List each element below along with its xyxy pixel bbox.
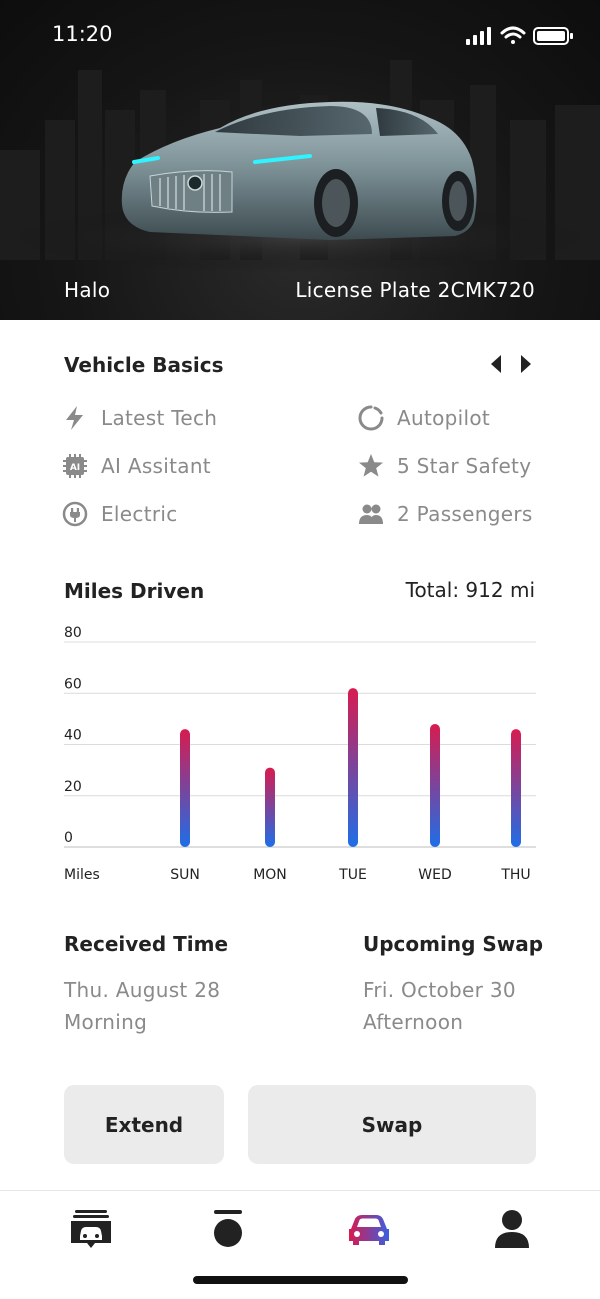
feature-passengers: 2 Passengers [358, 499, 533, 529]
y-tick-label: 40 [64, 728, 82, 744]
x-tick-label: WED [418, 867, 451, 883]
upcoming-date: Fri. October 30 [363, 978, 516, 1002]
feature-safety: 5 Star Safety [358, 451, 531, 481]
autopilot-icon [358, 405, 384, 431]
vehicle-name: Halo [64, 278, 111, 302]
signal-icon [466, 27, 491, 45]
feature-label: 2 Passengers [397, 502, 533, 526]
x-tick-label: THU [500, 867, 530, 883]
y-tick-label: 0 [64, 830, 73, 846]
next-arrow-icon[interactable] [516, 352, 536, 376]
home-indicator[interactable] [193, 1276, 408, 1284]
tab-garage[interactable] [69, 1209, 113, 1249]
feature-label: Electric [101, 502, 178, 526]
swap-button[interactable]: Swap [248, 1085, 536, 1164]
chip-icon: AI [63, 454, 87, 478]
bar-wed [430, 724, 440, 847]
wifi-icon [500, 26, 526, 44]
feature-electric: Electric [62, 499, 178, 529]
y-tick-label: 20 [64, 779, 82, 795]
upcoming-period: Afternoon [363, 1010, 464, 1034]
plug-icon [62, 501, 88, 527]
x-tick-label: SUN [170, 867, 200, 883]
miles-chart: 0 20 40 60 80 Miles SUN MON TUE WED THU [64, 625, 536, 883]
lightning-icon [66, 406, 83, 430]
license-plate: License Plate 2CMK720 [295, 278, 535, 302]
feature-label: 5 Star Safety [397, 454, 532, 478]
bar-tue [348, 688, 358, 847]
tab-key[interactable] [206, 1209, 250, 1249]
previous-arrow-icon[interactable] [488, 352, 508, 376]
received-time-title: Received Time [64, 932, 229, 956]
status-bar: 11:20 [0, 0, 600, 70]
feature-autopilot: Autopilot [358, 403, 490, 433]
received-date: Thu. August 28 [64, 978, 221, 1002]
key-fob-icon [214, 1210, 242, 1247]
bar-thu [511, 729, 521, 847]
bar-mon [265, 767, 275, 847]
feature-label: AI Assitant [101, 454, 211, 478]
received-period: Morning [64, 1010, 148, 1034]
miles-total: Total: 912 mi [405, 578, 535, 602]
passengers-icon [359, 504, 383, 524]
tab-profile[interactable] [490, 1209, 534, 1249]
garage-icon [71, 1210, 111, 1248]
vehicle-basics-title: Vehicle Basics [64, 353, 224, 377]
x-axis-label: Miles [64, 867, 100, 883]
y-tick-label: 60 [64, 676, 82, 692]
tab-vehicle[interactable] [347, 1209, 391, 1249]
battery-icon [533, 27, 573, 45]
feature-latest-tech: Latest Tech [62, 403, 217, 433]
status-time: 11:20 [52, 22, 113, 46]
x-tick-label: MON [253, 867, 287, 883]
svg-text:AI: AI [70, 463, 80, 473]
x-tick-label: TUE [338, 867, 367, 883]
miles-driven-title: Miles Driven [64, 579, 205, 603]
profile-icon [495, 1210, 529, 1248]
car-image [121, 101, 477, 240]
y-tick-label: 80 [64, 625, 82, 641]
star-icon [359, 454, 383, 477]
status-icons [466, 26, 573, 45]
vehicle-hero: 11:20 Halo License Plate 2CMK720 [0, 0, 600, 320]
bar-sun [180, 729, 190, 847]
upcoming-swap-title: Upcoming Swap [363, 932, 544, 956]
car-icon [349, 1215, 389, 1245]
extend-button[interactable]: Extend [64, 1085, 224, 1164]
feature-label: Latest Tech [101, 406, 218, 430]
feature-ai-assistant: AI AI Assitant [62, 451, 211, 481]
basics-pager [488, 352, 534, 376]
feature-label: Autopilot [397, 406, 491, 430]
